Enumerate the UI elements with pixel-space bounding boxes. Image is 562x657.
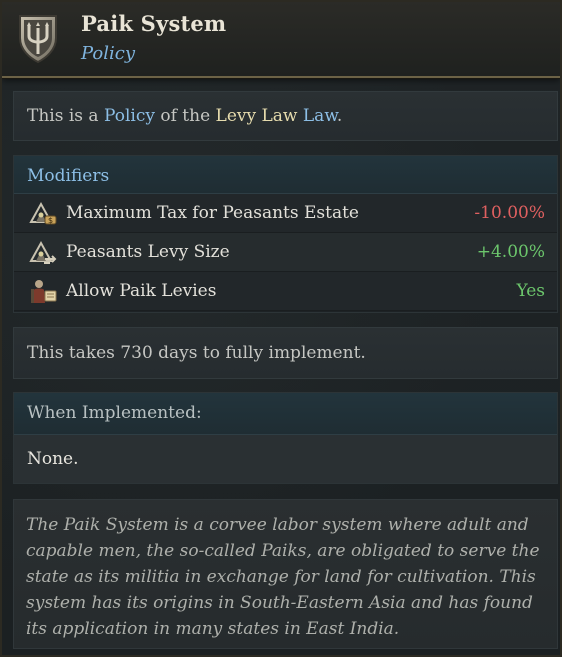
flavor-text: The Paik System is a corvee labor system… bbox=[26, 515, 540, 639]
flavor-text-panel: The Paik System is a corvee labor system… bbox=[13, 499, 558, 649]
when-implemented-heading: When Implemented: bbox=[14, 393, 557, 435]
peasants-estate-tax-icon: $ bbox=[29, 201, 57, 225]
soldier-scroll-icon bbox=[31, 280, 57, 303]
modifier-row[interactable]: Allow Paik Levies Yes bbox=[14, 272, 557, 311]
modifier-value: +4.00% bbox=[476, 242, 545, 262]
tooltip-subtitle: Policy bbox=[81, 43, 135, 64]
modifier-value: Yes bbox=[516, 281, 545, 301]
when-implemented-panel: When Implemented: None. bbox=[13, 392, 558, 484]
law-link[interactable]: Law bbox=[297, 106, 337, 126]
modifier-row[interactable]: Peasants Levy Size +4.00% bbox=[14, 233, 557, 272]
law-name-link[interactable]: Levy Law bbox=[216, 106, 298, 126]
modifier-label: Peasants Levy Size bbox=[66, 242, 230, 262]
intro-middle: of the bbox=[154, 106, 216, 126]
modifier-row[interactable]: $ Maximum Tax for Peasants Estate -10.00… bbox=[14, 194, 557, 233]
modifier-label: Maximum Tax for Peasants Estate bbox=[66, 203, 359, 223]
modifiers-panel: Modifiers $ Maximum Tax for Peasants Est… bbox=[13, 155, 558, 313]
tooltip-title: Paik System bbox=[81, 11, 227, 36]
peasants-levy-icon bbox=[29, 240, 57, 264]
svg-text:$: $ bbox=[48, 216, 53, 225]
intro-suffix: . bbox=[336, 106, 343, 126]
policy-link[interactable]: Policy bbox=[104, 106, 155, 126]
intro-prefix: This is a bbox=[27, 106, 104, 126]
tooltip-window: Paik System Policy This is a Policy of t… bbox=[0, 0, 562, 657]
modifier-value: -10.00% bbox=[474, 203, 545, 223]
intro-panel: This is a Policy of the Levy Law Law. bbox=[13, 91, 558, 141]
modifiers-heading: Modifiers bbox=[14, 156, 557, 194]
implementation-text: This takes 730 days to fully implement. bbox=[27, 343, 366, 363]
modifier-label: Allow Paik Levies bbox=[66, 281, 217, 301]
shield-trident-icon bbox=[19, 15, 57, 64]
implementation-panel: This takes 730 days to fully implement. bbox=[13, 327, 558, 379]
when-implemented-value: None. bbox=[14, 435, 557, 483]
tooltip-header: Paik System Policy bbox=[2, 2, 560, 78]
